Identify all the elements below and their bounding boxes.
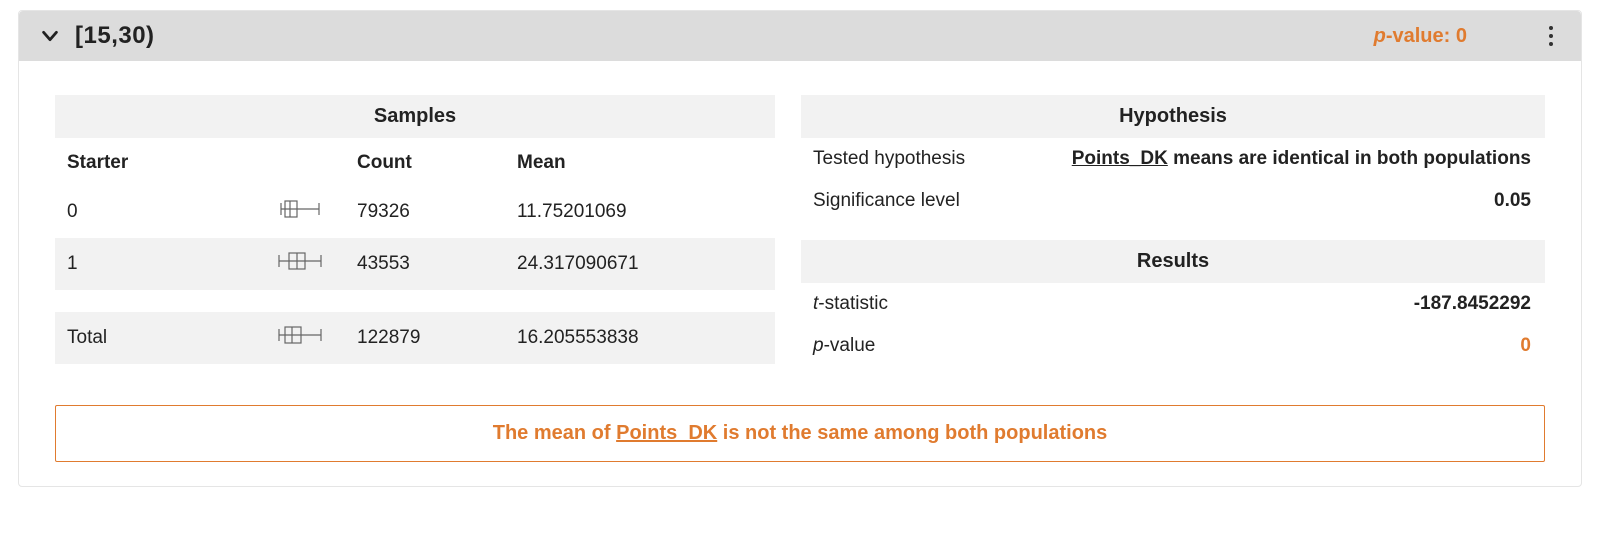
significance-value: 0.05 [999, 180, 1546, 222]
kebab-menu-icon[interactable] [1537, 22, 1565, 50]
samples-section: Samples Starter Count Mean 0 [55, 95, 775, 367]
boxplot-icon [255, 238, 345, 290]
results-title: Results [801, 240, 1545, 283]
hypothesis-results-section: Hypothesis Tested hypothesis Points_DK m… [801, 95, 1545, 367]
tested-hypothesis-value: Points_DK means are identical in both po… [999, 138, 1546, 180]
boxplot-icon [255, 312, 345, 364]
tested-hypothesis-label: Tested hypothesis [801, 138, 999, 180]
stat-test-card: [15,30) p-value: 0 Samples Starter Count [18, 10, 1582, 487]
significance-label: Significance level [801, 180, 999, 222]
table-row: 1 43553 24.317090671 [55, 238, 775, 290]
group-cell: 1 [55, 238, 255, 290]
samples-table: Samples Starter Count Mean 0 [55, 95, 775, 364]
col-group: Starter [55, 138, 255, 186]
conclusion-banner: The mean of Points_DK is not the same am… [55, 405, 1545, 462]
hypothesis-table: Hypothesis Tested hypothesis Points_DK m… [801, 95, 1545, 222]
total-count: 122879 [345, 312, 505, 364]
count-cell: 79326 [345, 186, 505, 238]
tstat-label: t-statistic [801, 283, 1102, 325]
col-mean: Mean [505, 138, 775, 186]
panel-title: [15,30) [75, 22, 155, 50]
tstat-value: -187.8452292 [1102, 283, 1545, 325]
mean-cell: 24.317090671 [505, 238, 775, 290]
samples-title: Samples [55, 95, 775, 138]
results-table: Results t-statistic -187.8452292 p-value… [801, 240, 1545, 367]
table-row: 0 79326 11.75201069 [55, 186, 775, 238]
hypothesis-title: Hypothesis [801, 95, 1545, 138]
col-count: Count [345, 138, 505, 186]
chevron-down-icon[interactable] [39, 25, 61, 47]
group-cell: 0 [55, 186, 255, 238]
pvalue-value: 0 [1102, 325, 1545, 367]
header-pvalue: p-value: 0 [1374, 25, 1467, 48]
total-mean: 16.205553838 [505, 312, 775, 364]
total-label: Total [55, 312, 255, 364]
panel-header[interactable]: [15,30) p-value: 0 [19, 11, 1581, 61]
mean-cell: 11.75201069 [505, 186, 775, 238]
boxplot-icon [255, 186, 345, 238]
pvalue-label: p-value [801, 325, 1102, 367]
table-row-total: Total 122879 16.205553838 [55, 312, 775, 364]
count-cell: 43553 [345, 238, 505, 290]
panel-body: Samples Starter Count Mean 0 [19, 61, 1581, 367]
